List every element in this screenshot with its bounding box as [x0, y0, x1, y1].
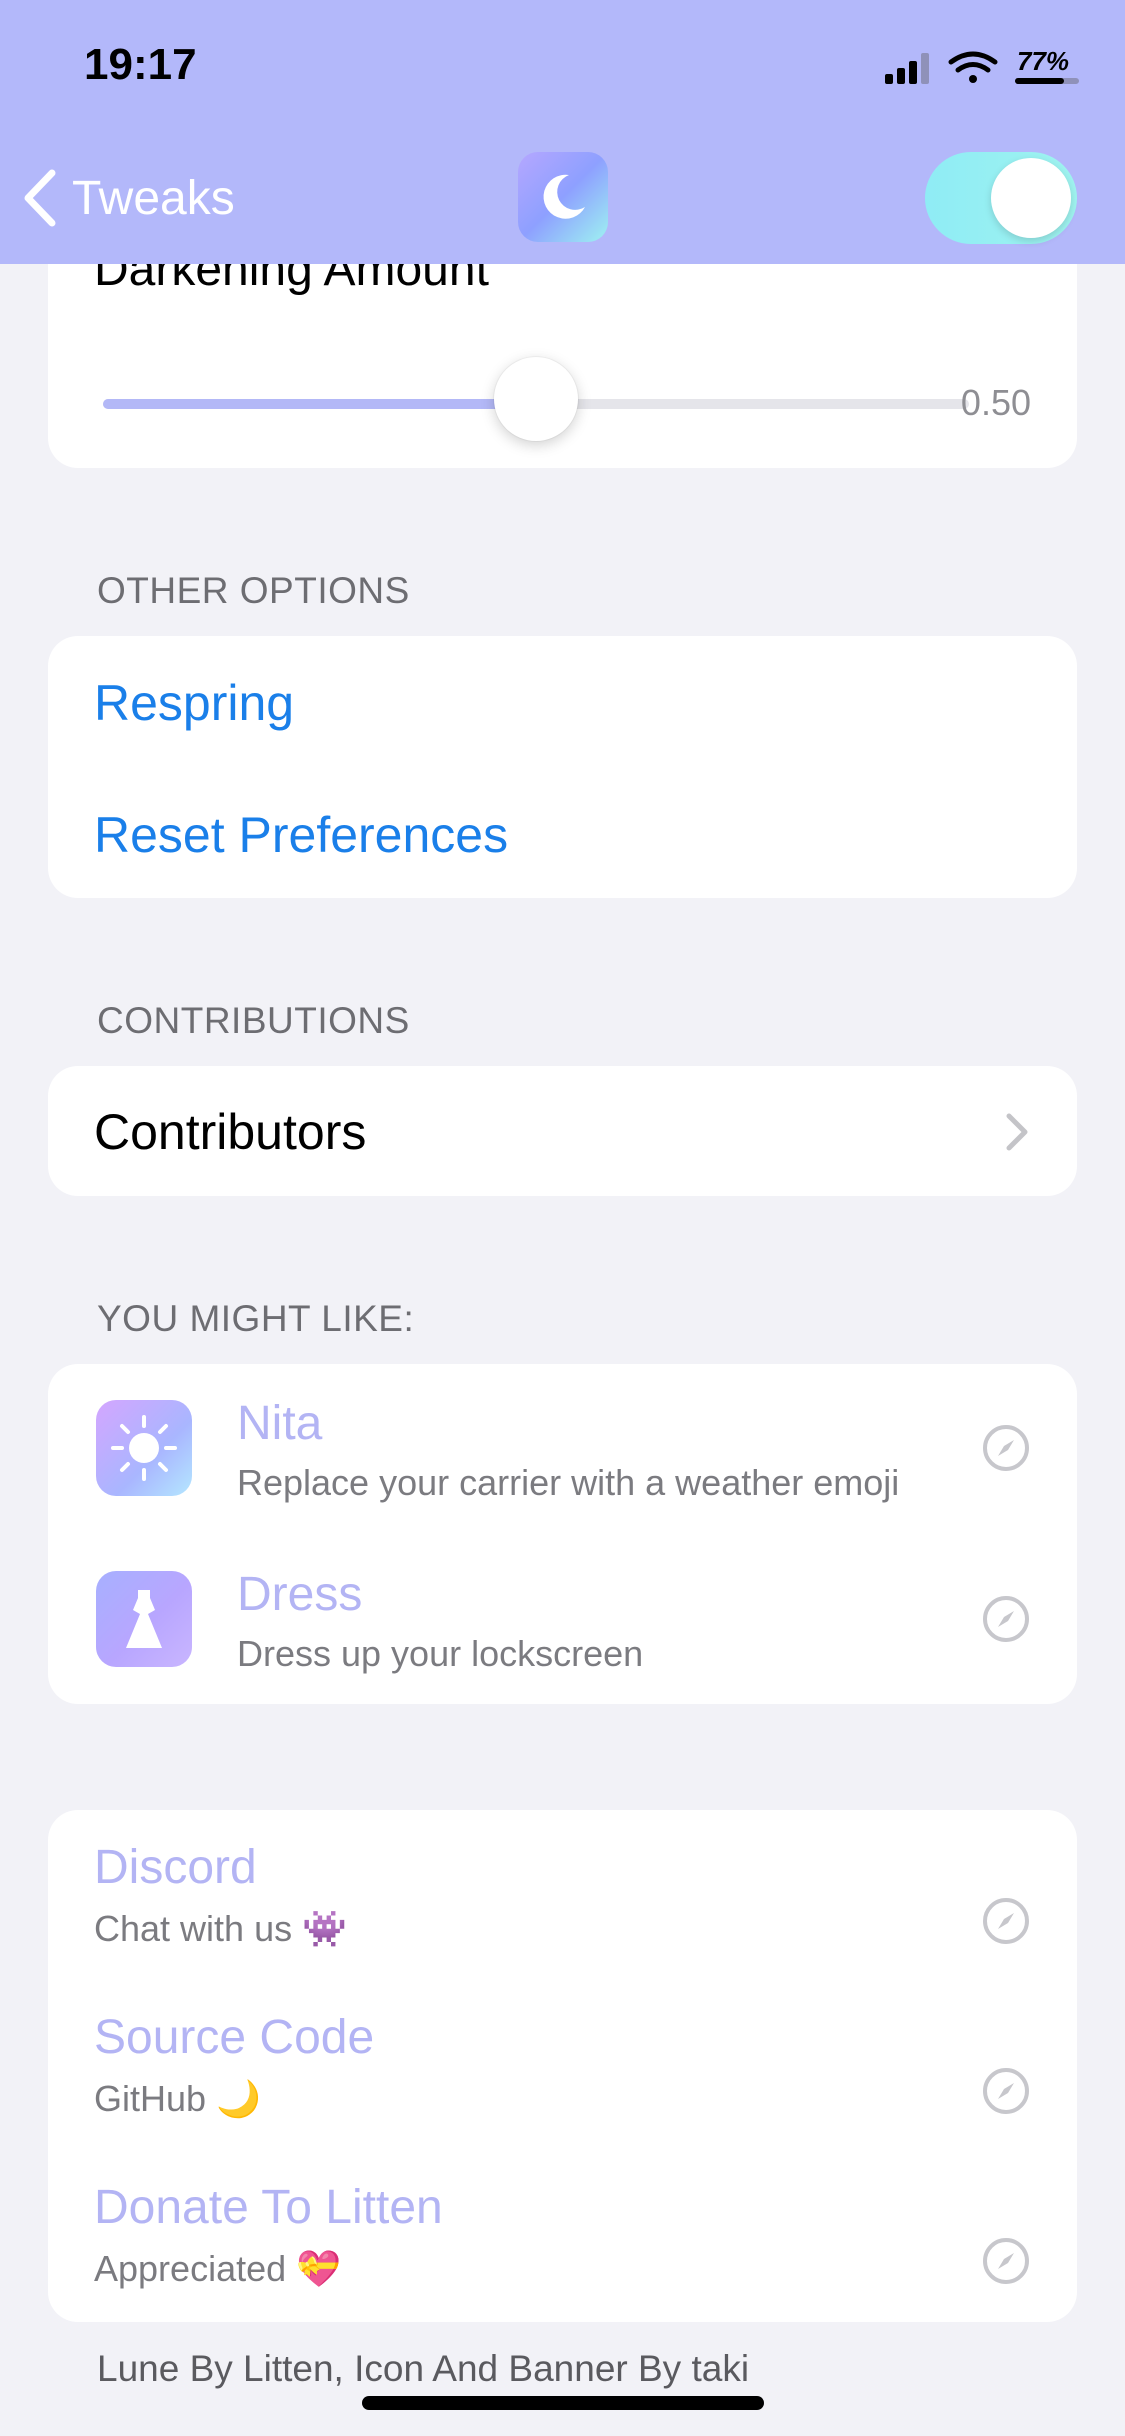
wifi-icon — [948, 51, 998, 83]
home-indicator — [362, 2396, 764, 2410]
slider-fill — [103, 399, 536, 409]
dress-icon — [96, 1571, 192, 1667]
svg-text:77%: 77% — [1017, 48, 1069, 76]
compass-icon — [983, 1425, 1029, 1471]
chevron-left-icon — [24, 169, 56, 227]
moon-icon — [518, 152, 608, 242]
compass-icon — [983, 2068, 1029, 2114]
battery-icon: 77% — [1015, 48, 1079, 84]
scroll-content[interactable]: Darkening Amount 0.50 OTHER OPTIONS Resp… — [0, 0, 1125, 2436]
app-title: Dress — [237, 1568, 363, 1621]
other-options-card: Respring Reset Preferences — [48, 636, 1077, 898]
app-title: Nita — [237, 1397, 323, 1450]
settings-page: Darkening Amount 0.50 OTHER OPTIONS Resp… — [0, 0, 1125, 2436]
sun-icon — [96, 1400, 192, 1496]
cellular-signal-icon — [885, 53, 929, 84]
compass-icon — [983, 2238, 1029, 2284]
section-header-other-options: OTHER OPTIONS — [97, 570, 410, 611]
links-card: Discord Chat with us 👾 Source Code GitHu… — [48, 1810, 1077, 2322]
slider-thumb[interactable] — [494, 357, 578, 441]
compass-icon — [983, 1596, 1029, 1642]
link-title: Discord — [94, 1841, 257, 1894]
back-button[interactable]: Tweaks — [22, 166, 235, 230]
app-subtitle: Dress up your lockscreen — [237, 1633, 644, 1674]
contributors-row[interactable]: Contributors — [48, 1066, 1077, 1196]
navigation-bar: 19:17 77% Tweaks — [0, 0, 1125, 264]
link-subtitle: Appreciated 💝 — [94, 2248, 341, 2289]
respring-button[interactable]: Respring — [94, 674, 294, 732]
toggle-knob — [991, 158, 1071, 238]
status-icons: 77% — [885, 48, 1079, 84]
slider-value: 0.50 — [960, 382, 1031, 423]
app-subtitle: Replace your carrier with a weather emoj… — [237, 1462, 900, 1503]
link-title: Donate To Litten — [94, 2181, 443, 2234]
reset-preferences-button[interactable]: Reset Preferences — [94, 806, 508, 864]
section-header-you-might-like: YOU MIGHT LIKE: — [97, 1298, 415, 1339]
compass-icon — [983, 1898, 1029, 1944]
section-header-contributions: CONTRIBUTIONS — [97, 1000, 410, 1041]
status-time: 19:17 — [84, 40, 197, 89]
link-subtitle: GitHub 🌙 — [94, 2078, 261, 2119]
back-label: Tweaks — [72, 171, 235, 225]
credits-footer: Lune By Litten, Icon And Banner By taki — [97, 2348, 750, 2389]
chevron-right-icon — [1006, 1113, 1028, 1151]
tweak-enabled-toggle[interactable] — [925, 152, 1077, 244]
you-might-like-card: Nita Replace your carrier with a weather… — [48, 1364, 1077, 1704]
contributors-label: Contributors — [94, 1104, 367, 1160]
link-title: Source Code — [94, 2011, 375, 2064]
link-subtitle: Chat with us 👾 — [94, 1908, 347, 1949]
